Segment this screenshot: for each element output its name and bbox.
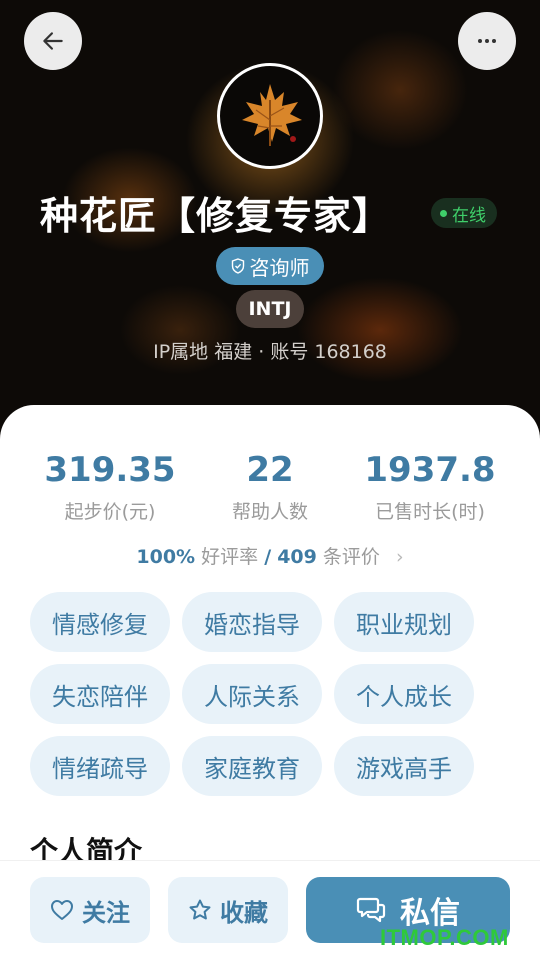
- tag-chip[interactable]: 家庭教育: [182, 736, 322, 796]
- stat-helped-count: 22 帮助人数: [180, 449, 360, 524]
- shield-check-icon: [231, 258, 244, 274]
- stat-start-price: 319.35 起步价(元): [20, 449, 200, 524]
- positive-rate: 100%: [136, 546, 196, 568]
- online-status-label: 在线: [452, 205, 486, 226]
- maple-leaf-avatar-image: [242, 84, 302, 146]
- stat-label: 已售时长(时): [375, 501, 485, 523]
- chat-bubble-icon: [356, 897, 386, 923]
- star-icon: [189, 899, 211, 920]
- more-dots-icon: [478, 39, 496, 43]
- stat-value: 22: [246, 450, 294, 490]
- tag-chip[interactable]: 婚恋指导: [182, 592, 322, 652]
- site-watermark: ITMOP.COM: [380, 925, 509, 950]
- tag-chip[interactable]: 情感修复: [30, 592, 170, 652]
- stats-row: 319.35 起步价(元) 22 帮助人数 1937.8 已售时长(时): [0, 449, 540, 529]
- online-status-badge: 在线: [431, 198, 497, 228]
- rating-summary-link[interactable]: 100% 好评率 / 409 条评价 ›: [0, 542, 540, 569]
- favorite-label: 收藏: [220, 898, 268, 927]
- tag-chip[interactable]: 游戏高手: [334, 736, 474, 796]
- ip-account-line: IP属地 福建 · 账号 168168: [153, 341, 387, 363]
- back-button[interactable]: [24, 12, 82, 70]
- tag-chip[interactable]: 情绪疏导: [30, 736, 170, 796]
- name-row: 种花匠【修复专家】 在线: [0, 185, 540, 241]
- chevron-right-icon: ›: [395, 546, 404, 568]
- stat-value: 1937.8: [364, 450, 496, 490]
- role-badge: 咨询师: [216, 247, 324, 285]
- review-count: 409: [277, 546, 317, 568]
- more-button[interactable]: [458, 12, 516, 70]
- tag-chip[interactable]: 人际关系: [182, 664, 322, 724]
- avatar[interactable]: [217, 63, 323, 169]
- mbti-badge: INTJ: [236, 290, 304, 328]
- online-dot: [440, 209, 447, 217]
- tag-chip[interactable]: 职业规划: [334, 592, 474, 652]
- favorite-button[interactable]: 收藏: [168, 877, 288, 943]
- stat-sold-hours: 1937.8 已售时长(时): [340, 449, 520, 524]
- counselor-name: 种花匠【修复专家】: [40, 194, 392, 238]
- arrow-left-icon: [43, 32, 63, 50]
- positive-rate-label: 好评率: [201, 546, 259, 568]
- stat-label: 起步价(元): [64, 501, 156, 523]
- follow-label: 关注: [82, 898, 130, 927]
- role-badge-label: 咨询师: [249, 255, 310, 280]
- heart-icon: [51, 900, 73, 920]
- follow-button[interactable]: 关注: [30, 877, 150, 943]
- tag-chip[interactable]: 失恋陪伴: [30, 664, 170, 724]
- stat-label: 帮助人数: [231, 501, 308, 523]
- stat-value: 319.35: [44, 450, 176, 490]
- tag-chip[interactable]: 个人成长: [334, 664, 474, 724]
- review-count-label: 条评价: [322, 546, 380, 568]
- rating-separator: /: [264, 546, 272, 568]
